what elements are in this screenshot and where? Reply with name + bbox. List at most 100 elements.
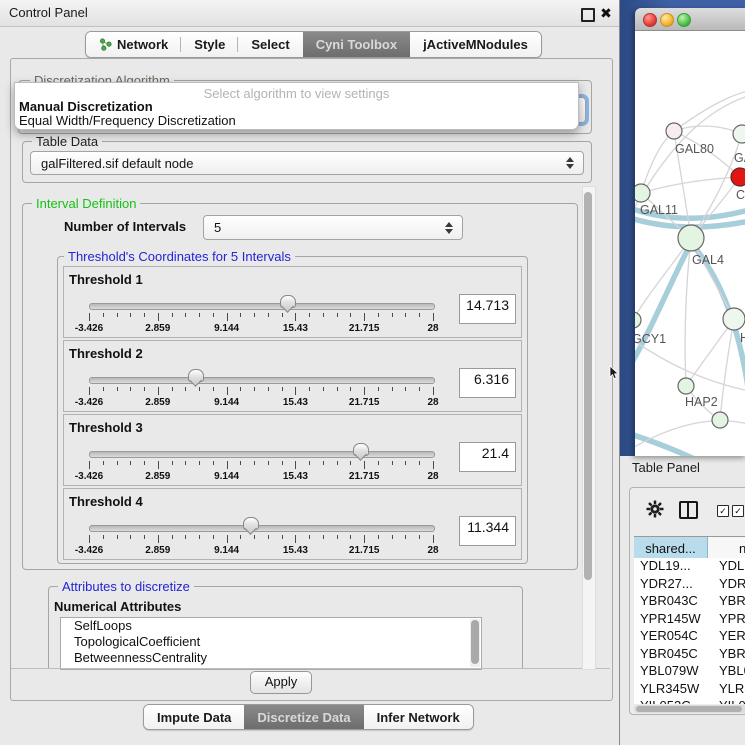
threshold-4-value-field[interactable]: 11.344 [459,516,516,546]
dropdown-option-manual-discretization[interactable]: Manual Discretization [19,99,153,114]
column-header-name[interactable]: na [708,537,745,559]
slider-tick [130,461,131,465]
network-node[interactable] [666,123,682,139]
checkbox-icon[interactable]: ✓ [732,505,744,517]
slider-tick [282,461,283,465]
network-node[interactable] [678,378,694,394]
network-node[interactable] [712,412,728,428]
numerical-attributes-label: Numerical Attributes [54,599,181,614]
threshold-2-slider-thumb[interactable] [188,369,204,382]
threshold-1-slider-thumb[interactable] [280,295,296,308]
gear-icon[interactable] [646,500,664,518]
table-hscrollbar[interactable] [634,705,745,713]
zoom-traffic-light-icon[interactable] [677,13,691,27]
slider-tick [433,313,434,321]
slider-tick [227,387,228,395]
slider-tick [364,387,365,395]
slider-tick [392,313,393,317]
network-node-label: HAP2 [685,395,718,409]
table-row[interactable]: YBL079WYBL0 [634,663,745,681]
slider-tick [89,535,90,543]
table-data-combo[interactable]: galFiltered.sif default node [30,151,584,175]
attributes-list-scrollbar[interactable] [470,619,480,667]
close-traffic-light-icon[interactable] [643,13,657,27]
network-edge [691,238,734,319]
table-row[interactable]: YLR345WYLR3 [634,681,745,699]
slider-tick [254,313,255,317]
dropdown-option-equal-width-frequency[interactable]: Equal Width/Frequency Discretization [19,113,236,128]
split-columns-icon[interactable] [679,501,698,519]
cytoscape-desktop: GAL80GACGAL11GAL4GCY1HHAP2 [620,0,745,456]
panel-scrollbar[interactable] [582,186,596,670]
threshold-2-value-field[interactable]: 6.316 [459,368,516,398]
tab-jactivemnodules[interactable]: jActiveMNodules [410,32,541,57]
slider-tick-label: 2.859 [145,545,170,556]
table-body: YDL19...YDL1YDR27...YDR2YBR043CYBR0YPR14… [634,558,745,704]
slider-tick [350,461,351,465]
table-cell: YLR345W [634,681,713,699]
table-row[interactable]: YBR045CYBR0 [634,646,745,664]
slider-tick [158,461,159,469]
slider-tick [282,387,283,391]
column-header-shared-name[interactable]: shared... [634,537,708,559]
apply-button[interactable]: Apply [250,671,312,694]
slider-tick [213,387,214,391]
table-row[interactable]: YPR145WYPR1 [634,611,745,629]
tab-impute-data[interactable]: Impute Data [144,705,244,729]
slider-tick [103,313,104,317]
network-node[interactable] [635,184,650,202]
slider-tick [433,461,434,469]
threshold-4-slider-track[interactable] [89,525,435,532]
threshold-3-slider-thumb[interactable] [353,443,369,456]
table-row[interactable]: YBR043CYBR0 [634,593,745,611]
slider-tick [185,461,186,465]
network-node[interactable] [723,308,745,330]
table-row[interactable]: YDR27...YDR2 [634,576,745,594]
threshold-4-label: Threshold 4 [69,494,143,509]
threshold-3-slider-track[interactable] [89,451,435,458]
tab-cyni-toolbox[interactable]: Cyni Toolbox [303,32,410,57]
threshold-1-slider-track[interactable] [89,303,435,310]
slider-tick [254,461,255,465]
attribute-item[interactable]: TopologicalCoefficient [61,634,481,650]
tab-style[interactable]: Style [181,32,238,57]
network-icon [99,38,112,51]
slider-tick [295,313,296,321]
slider-tick [378,313,379,317]
table-cell: YIL0 [713,698,745,704]
network-node-label: C [736,188,745,202]
table-row[interactable]: YDL19...YDL1 [634,558,745,576]
numerical-attributes-list: SelfLoopsTopologicalCoefficientBetweenne… [60,617,482,670]
attribute-item[interactable]: BetweennessCentrality [61,650,481,666]
tab-discretize-data[interactable]: Discretize Data [244,705,363,729]
slider-tick-label: 28 [427,397,438,408]
threshold-4-slider-thumb[interactable] [243,517,259,530]
close-icon[interactable]: ✖ [598,4,614,22]
algorithm-dropdown-popup: Select algorithm to view settings Manual… [14,82,579,130]
table-cell: YBL079W [634,663,713,681]
network-node[interactable] [733,125,745,143]
minimize-traffic-light-icon[interactable] [660,13,674,27]
table-row[interactable]: YIL052CYIL0 [634,698,745,704]
network-node[interactable] [635,312,641,328]
tab-select[interactable]: Select [238,32,302,57]
slider-tick [268,313,269,317]
network-edge [635,433,727,456]
network-node[interactable] [731,168,745,186]
threshold-3-value-field[interactable]: 21.4 [459,442,516,472]
float-window-icon[interactable] [581,8,595,22]
checkbox-icon[interactable]: ✓ [717,505,729,517]
tab-infer-network[interactable]: Infer Network [364,705,473,729]
slider-tick-label: -3.426 [75,323,103,334]
threshold-2-slider-track[interactable] [89,377,435,384]
number-of-intervals-combo[interactable]: 5 [203,215,463,240]
network-node-label: GAL11 [640,203,678,217]
table-row[interactable]: YER054CYER0 [634,628,745,646]
tab-network[interactable]: Network [86,32,181,57]
table-cell: YER0 [713,628,745,646]
network-canvas[interactable]: GAL80GACGAL11GAL4GCY1HHAP2 [635,31,745,456]
threshold-1-value-field[interactable]: 14.713 [459,294,516,324]
slider-tick [268,461,269,465]
network-node[interactable] [678,225,704,251]
attribute-item[interactable]: SelfLoops [61,618,481,634]
